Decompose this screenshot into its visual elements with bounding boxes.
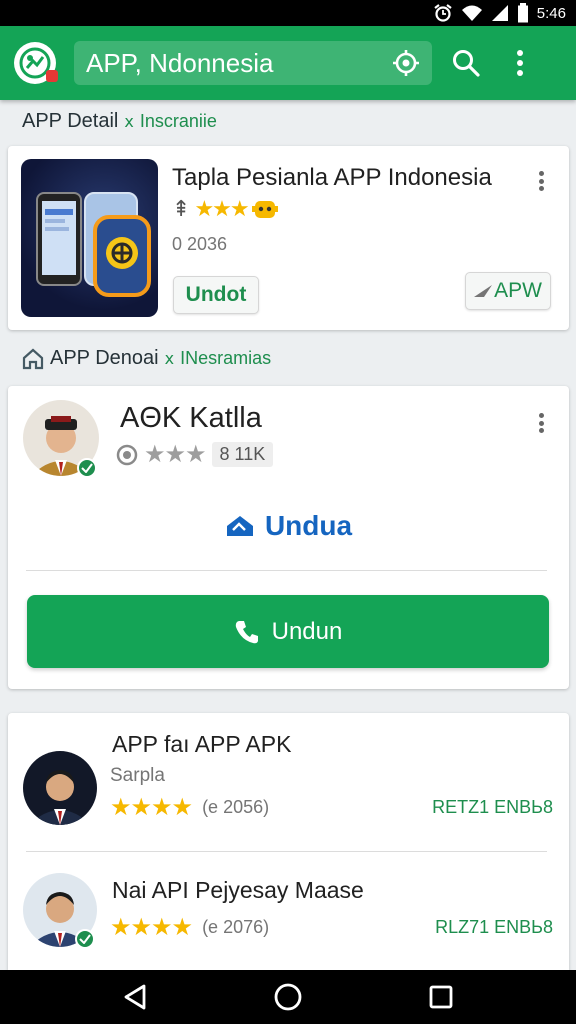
install-button[interactable]: Undun — [27, 595, 549, 668]
rating-row: ⇞ ★★★ — [172, 196, 278, 222]
mascot-icon — [251, 201, 278, 218]
more-vert-icon[interactable] — [531, 166, 551, 196]
section-tag: INesramias — [180, 348, 272, 368]
avatar — [23, 400, 99, 478]
verified-badge-icon — [77, 458, 97, 478]
search-icon — [453, 50, 480, 77]
rating-stars: ★★★★ — [110, 914, 193, 941]
download-link-label: Undua — [264, 510, 353, 541]
download-count: 8 11K — [211, 442, 274, 467]
phone-icon — [235, 620, 258, 643]
app-list-card: APP faı APP APK Sarpla ★★★★ (e 2056) RET… — [8, 713, 569, 971]
secondary-button-label: APW — [494, 279, 542, 302]
send-icon — [474, 285, 493, 297]
status-time: 5:46 — [536, 4, 566, 22]
more-vert-icon[interactable] — [531, 408, 551, 438]
app-name: AΘK Katlla — [120, 402, 262, 434]
signal-icon — [491, 5, 508, 21]
app-detail-card[interactable]: Tapla Pesianla APP Indonesia ⇞ ★★★ 0 203… — [8, 146, 569, 330]
sparkle-icon: ⅹ — [124, 113, 134, 131]
list-item-title: Nai API Pejyesay Maase — [112, 877, 364, 903]
rating-stars: ★★★★ — [110, 794, 193, 821]
status-bar: 5:46 — [0, 0, 576, 26]
more-vert-icon — [517, 50, 523, 76]
avatar — [23, 873, 97, 949]
section-title: APP Denoai — [50, 347, 159, 369]
rating-row: ★★★ 8 11K — [116, 440, 274, 469]
wifi-icon — [461, 5, 482, 21]
download-link[interactable]: Undua — [8, 510, 569, 542]
install-button-label: Undun — [271, 617, 343, 645]
secondary-button[interactable]: APW — [465, 272, 551, 310]
navigation-bar — [0, 970, 576, 1024]
rating-stars: ★★★ — [194, 196, 249, 221]
divider — [26, 851, 547, 852]
sparkle-icon: ⅹ — [164, 350, 175, 368]
download-icon — [226, 516, 253, 536]
primary-button[interactable]: Undot — [173, 276, 259, 314]
section-header-app-download: APP Denoai ⅹ INesramias — [22, 347, 271, 370]
home-shield-icon — [22, 348, 44, 369]
overflow-menu-button[interactable] — [500, 43, 540, 83]
recents-icon[interactable] — [428, 984, 454, 1010]
search-button[interactable] — [446, 43, 486, 83]
list-item-title: APP faı APP APK — [112, 731, 292, 757]
list-item-count: (e 2056) — [202, 797, 270, 817]
section-header-app-detail: APP Detail ⅹ Inscraniie — [22, 110, 217, 133]
verified-badge-icon — [75, 929, 95, 949]
pin-icon: ⇞ — [172, 196, 191, 221]
list-item-rating: ★★★★ (e 2076) — [110, 913, 269, 942]
app-download-card: AΘK Katlla ★★★ 8 11K Undua Undun — [8, 386, 569, 689]
app-thumbnail — [21, 159, 158, 317]
app-bar: APP, Ndonnesia — [0, 26, 576, 100]
search-field[interactable]: APP, Ndonnesia — [74, 41, 432, 85]
list-item-action[interactable]: RLZ71 ENBЬ8 — [435, 917, 553, 938]
list-item-rating: ★★★★ (e 2056) — [110, 793, 269, 822]
list-item-action[interactable]: RETZ1 ENBЬ8 — [432, 797, 553, 818]
avatar — [23, 751, 97, 825]
search-text: APP, Ndonnesia — [86, 47, 274, 78]
list-item-subtitle: Sarpla — [110, 765, 165, 786]
section-tag: Inscraniie — [139, 111, 217, 131]
rating-stars: ★★★ — [144, 441, 207, 468]
back-icon[interactable] — [122, 983, 148, 1011]
install-count: 0 2036 — [172, 234, 228, 254]
battery-icon — [517, 3, 528, 23]
alarm-icon — [434, 4, 452, 22]
home-icon[interactable] — [273, 982, 303, 1012]
camera-icon — [116, 444, 138, 465]
section-title: APP Detail — [22, 110, 119, 132]
location-target-icon[interactable] — [392, 49, 420, 77]
list-item-count: (e 2076) — [202, 917, 270, 937]
app-title: Tapla Pesianla APP Indonesia — [172, 164, 492, 191]
divider — [26, 570, 547, 571]
app-logo-icon[interactable] — [14, 42, 58, 84]
